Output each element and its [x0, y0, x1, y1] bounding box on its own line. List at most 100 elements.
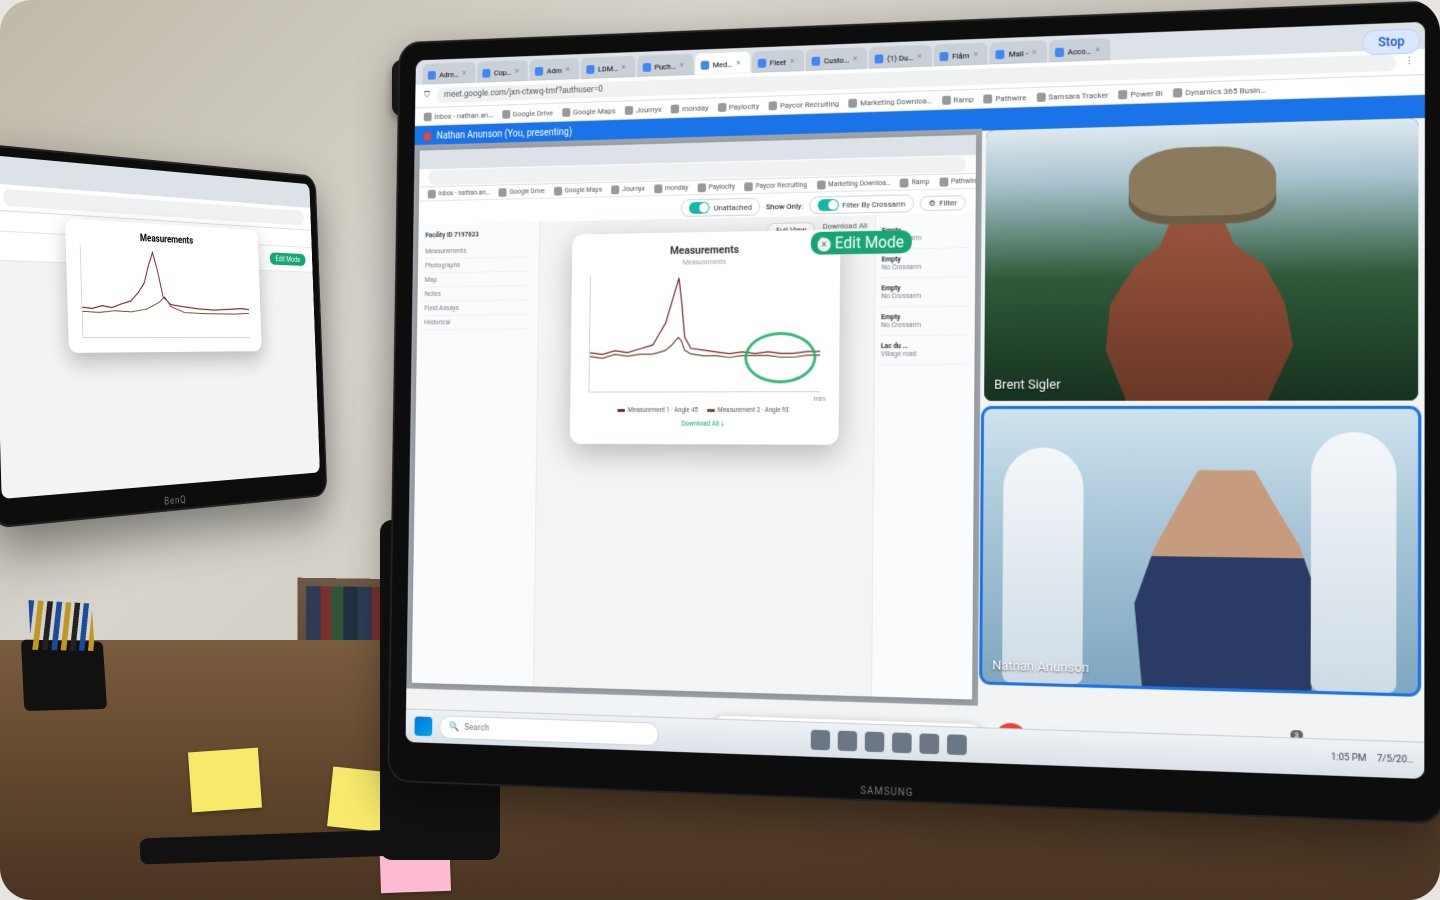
bookmark[interactable]: Paylocity: [697, 182, 734, 192]
browser-tab[interactable]: Puch…×: [637, 54, 694, 77]
close-icon[interactable]: ×: [973, 50, 978, 60]
browser-tab[interactable]: Mail -×: [990, 40, 1047, 64]
lock-icon: ⛉: [424, 91, 430, 101]
modal-subtitle: Measurements: [585, 256, 827, 268]
bookmark[interactable]: Pathwire: [984, 93, 1027, 103]
browser-tab[interactable]: Med…×: [695, 52, 750, 75]
bookmark[interactable]: Google Drive: [499, 187, 545, 197]
bookmark[interactable]: Ramp: [900, 177, 929, 187]
bookmark[interactable]: Journyx: [625, 105, 662, 115]
presenter-label: Nathan Anunson (You, presenting): [437, 127, 573, 142]
unattached-toggle[interactable]: Unattached: [681, 198, 760, 217]
app-body: Facility ID 7197823 MeasurementsPhotogra…: [412, 213, 976, 700]
close-icon[interactable]: ×: [515, 67, 519, 77]
close-icon[interactable]: ×: [917, 52, 922, 62]
close-icon[interactable]: ×: [566, 65, 570, 75]
download-all-link[interactable]: Download All ⤓: [583, 420, 826, 429]
bookmark[interactable]: Google Maps: [554, 185, 602, 195]
left-sidebar: Facility ID 7197823 MeasurementsPhotogra…: [412, 222, 540, 687]
sidebar-item[interactable]: Map: [425, 272, 532, 288]
chart-legend: Measurement 1 · Angle 45 Measurement 2 ·…: [583, 406, 826, 414]
modal-title: Measurements: [585, 242, 827, 259]
taskbar-app-icon[interactable]: [947, 734, 967, 755]
record-icon: [423, 132, 431, 141]
bookmark[interactable]: Dynamics 365 Busin…: [1173, 85, 1266, 97]
video-background: [982, 409, 1418, 694]
taskbar-app-icon[interactable]: [811, 730, 830, 751]
left-monitor: Edit Mode Measurements BenQ: [0, 144, 327, 529]
bookmark[interactable]: monday: [671, 103, 709, 113]
close-icon[interactable]: ×: [1095, 45, 1100, 55]
url-text: meet.google.com/jxn-ctxwq-tmf?authuser=0: [444, 85, 603, 100]
start-button[interactable]: [414, 716, 432, 736]
measurements-chart: [80, 245, 250, 338]
close-icon[interactable]: ×: [462, 69, 466, 79]
participant-name: Brent Sigler: [994, 377, 1061, 392]
filter-crossarm[interactable]: Filter By Crossarm: [809, 194, 914, 214]
list-item[interactable]: EmptyNo Crossarm: [881, 306, 969, 336]
bookmark[interactable]: Google Drive: [502, 108, 553, 118]
bookmark[interactable]: Inbox - nathan.an…: [428, 188, 490, 198]
measurements-modal: ✎ Edit Mode × Measurements Measurements …: [570, 230, 841, 445]
list-item[interactable]: Lac du …Village road: [881, 336, 969, 366]
edit-mode-button[interactable]: Edit Mode: [270, 252, 306, 266]
y-axis-unit: mm: [814, 395, 826, 403]
video-background: [984, 118, 1418, 401]
browser-tab[interactable]: Adm…×: [423, 62, 476, 85]
video-tile[interactable]: Brent Sigler: [984, 118, 1418, 401]
close-icon[interactable]: ×: [680, 61, 685, 71]
taskbar-app-icon[interactable]: [838, 731, 858, 752]
bookmark[interactable]: Paycor Recruiting: [744, 180, 807, 190]
taskbar-app-icon[interactable]: [865, 732, 885, 753]
sidebar-item[interactable]: Photographs: [425, 257, 532, 273]
measurements-modal: Measurements: [65, 218, 262, 353]
right-monitor: Stop Adm…×Cop…×Adm×LDM…×Puch…×Med…×Fleet…: [387, 0, 1440, 824]
left-screen: Edit Mode Measurements: [0, 155, 320, 499]
browser-tab[interactable]: Fleet×: [752, 49, 804, 72]
browser-tab[interactable]: Flåm×: [934, 43, 989, 67]
taskbar-app-icon[interactable]: [919, 733, 939, 754]
show-only-label: Show Only:: [766, 201, 803, 211]
close-icon[interactable]: ×: [736, 59, 741, 69]
bookmark[interactable]: Journyx: [611, 184, 645, 193]
bookmark[interactable]: Samsara Tracker: [1036, 90, 1108, 101]
browser-tab[interactable]: (1) Du…×: [869, 45, 932, 69]
bookmark[interactable]: Google Maps: [562, 106, 616, 116]
bookmark[interactable]: Power BI: [1118, 88, 1162, 99]
bookmark[interactable]: monday: [654, 183, 688, 193]
close-icon[interactable]: ×: [622, 63, 627, 73]
bookmark[interactable]: Ramp: [942, 94, 974, 104]
stop-presenting-button[interactable]: Stop: [1362, 28, 1420, 55]
tray-time: 1:05 PM: [1331, 752, 1366, 764]
list-item[interactable]: EmptyNo Crossarm: [881, 277, 969, 307]
browser-tab[interactable]: Custo…×: [806, 47, 867, 71]
taskbar-app-icon[interactable]: [892, 732, 912, 753]
close-icon[interactable]: ×: [1032, 48, 1037, 58]
close-icon[interactable]: ×: [853, 54, 858, 64]
shared-screen-pane: Inbox - nathan.an… Google Drive Google Map…: [406, 129, 982, 706]
system-tray[interactable]: 1:05 PM 7/5/20…: [1331, 752, 1414, 765]
browser-tab[interactable]: Cop…×: [477, 60, 528, 83]
close-icon[interactable]: ×: [790, 57, 795, 67]
sidebar-item[interactable]: Field Assays: [424, 301, 531, 316]
sidebar-item[interactable]: Notes: [424, 286, 531, 302]
pen-cup: [21, 640, 107, 712]
browser-tab[interactable]: LDM…×: [581, 56, 636, 79]
tray-date: 7/5/20…: [1377, 754, 1413, 766]
bookmark[interactable]: Marketing Downloa…: [817, 178, 891, 189]
bookmark[interactable]: Pathwire: [939, 176, 976, 186]
photo-frame: Edit Mode Measurements BenQ Stop Adm…×Co…: [0, 0, 1440, 900]
bookmark[interactable]: Inbox - nathan.an…: [424, 110, 493, 121]
bookmark[interactable]: Paycor Recruiting: [768, 99, 839, 110]
sidebar-item[interactable]: Historical: [424, 315, 531, 330]
browser-tab[interactable]: Adm×: [530, 58, 579, 81]
bookmark[interactable]: Marketing Downloa…: [849, 96, 932, 108]
shared-browser: Inbox - nathan.an… Google Drive Google Map…: [412, 135, 976, 700]
video-tile[interactable]: Nathan Anunson: [982, 409, 1418, 694]
extensions-icon[interactable]: ⋮: [1405, 57, 1415, 68]
measurements-chart: mm: [589, 272, 821, 392]
filter-button[interactable]: ⚙ Filter: [920, 195, 966, 211]
taskbar-search[interactable]: 🔍 Search: [439, 715, 659, 746]
bookmark[interactable]: Paylocity: [718, 101, 759, 111]
browser-tab[interactable]: Acco…×: [1049, 38, 1111, 62]
